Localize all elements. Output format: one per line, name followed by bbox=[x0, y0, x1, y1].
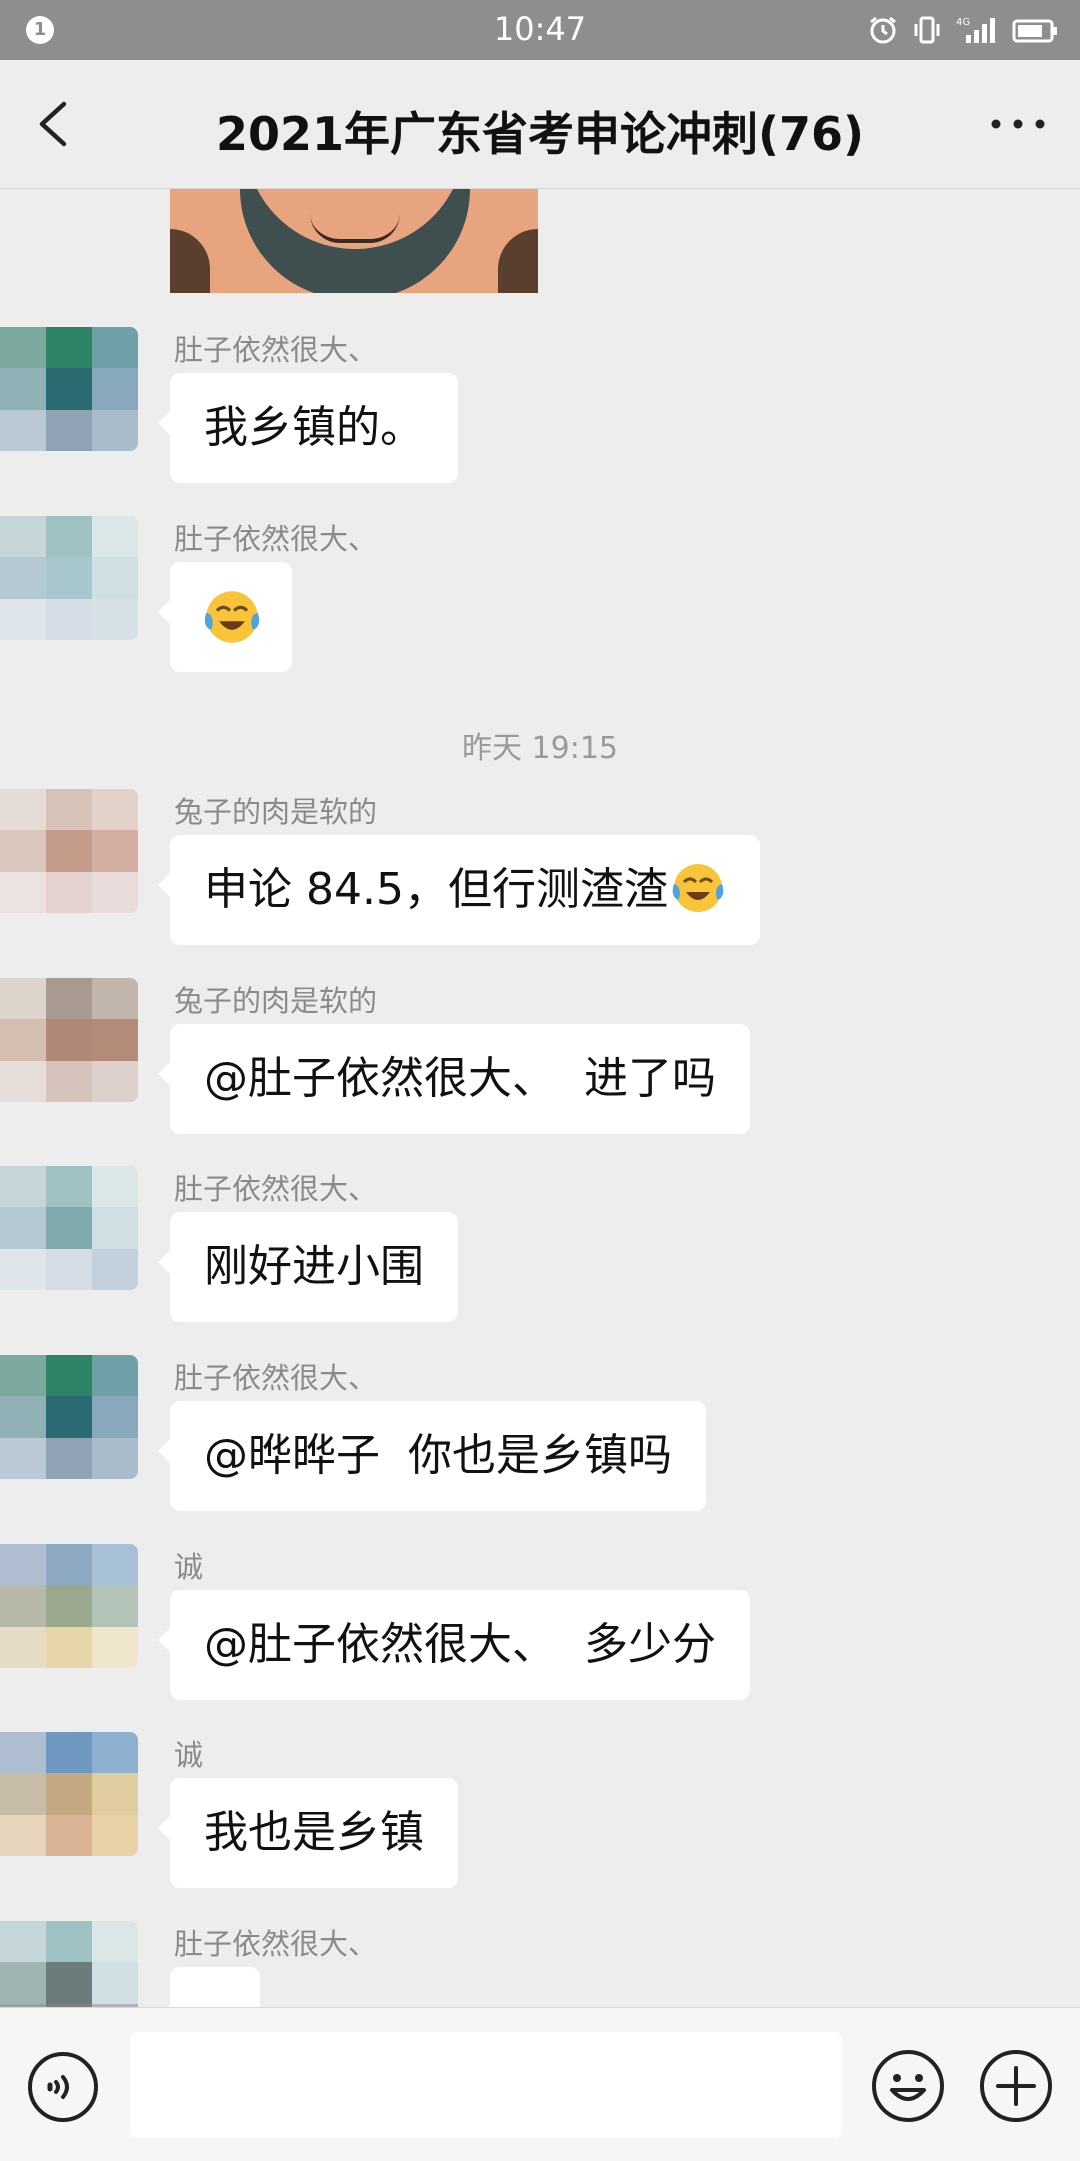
message-bubble[interactable]: 我乡镇的。 bbox=[158, 373, 458, 483]
tears-of-joy-emoji-icon bbox=[672, 864, 724, 912]
message-input-bar bbox=[0, 2007, 1080, 2161]
sender-name: 肚子依然很大、 bbox=[174, 333, 378, 367]
tears-of-joy-emoji-icon bbox=[204, 591, 260, 643]
sender-name: 肚子依然很大、 bbox=[174, 1361, 378, 1395]
more-options-icon[interactable] bbox=[990, 114, 1046, 134]
image-message[interactable] bbox=[170, 189, 538, 293]
message-text: 申论 84.5，但行测渣渣 bbox=[204, 864, 668, 915]
message-bubble[interactable] bbox=[158, 562, 292, 672]
avatar[interactable] bbox=[0, 327, 138, 451]
avatar[interactable] bbox=[0, 1544, 138, 1668]
sender-name: 诚 bbox=[174, 1738, 204, 1772]
sender-name: 肚子依然很大、 bbox=[174, 522, 378, 556]
sender-name: 兔子的肉是软的 bbox=[174, 984, 378, 1018]
alarm-icon bbox=[870, 16, 896, 44]
status-icons: 4G bbox=[868, 12, 1058, 48]
status-bar: 1 10:47 4G bbox=[0, 0, 1080, 60]
avatar[interactable] bbox=[0, 1355, 138, 1479]
message-bubble[interactable]: @晔晔子 你也是乡镇吗 bbox=[158, 1401, 706, 1511]
avatar[interactable] bbox=[0, 1921, 138, 2007]
signal-icon: 4G bbox=[956, 17, 995, 43]
sender-name: 诚 bbox=[174, 1550, 204, 1584]
chat-message-list[interactable]: 肚子依然很大、 我乡镇的。 肚子依然很大、 昨天 19:15 兔子的肉是软的 申… bbox=[0, 189, 1080, 2007]
message-text-input[interactable] bbox=[130, 2032, 842, 2138]
avatar[interactable] bbox=[0, 1732, 138, 1856]
more-actions-plus-icon[interactable] bbox=[978, 2048, 1054, 2124]
chat-title: 2021年广东省考申论冲刺(76) bbox=[215, 107, 865, 161]
avatar[interactable] bbox=[0, 516, 138, 640]
sender-name: 兔子的肉是软的 bbox=[174, 795, 378, 829]
voice-input-icon[interactable] bbox=[26, 2050, 100, 2124]
sender-name: 肚子依然很大、 bbox=[174, 1927, 378, 1961]
message-bubble[interactable]: 申论 84.5，但行测渣渣 bbox=[158, 835, 760, 945]
message-bubble[interactable]: 我也是乡镇 bbox=[158, 1778, 458, 1888]
avatar[interactable] bbox=[0, 978, 138, 1102]
emoji-picker-icon[interactable] bbox=[870, 2048, 946, 2124]
avatar[interactable] bbox=[0, 1166, 138, 1290]
message-bubble[interactable]: @肚子依然很大、 多少分 bbox=[158, 1590, 750, 1700]
vibrate-icon bbox=[914, 16, 940, 44]
message-bubble[interactable]: @肚子依然很大、 进了吗 bbox=[158, 1024, 750, 1134]
message-timestamp: 昨天 19:15 bbox=[462, 731, 618, 766]
battery-icon bbox=[1012, 19, 1057, 43]
avatar[interactable] bbox=[0, 789, 138, 913]
message-bubble[interactable]: 刚好进小围 bbox=[158, 1212, 458, 1322]
sender-name: 肚子依然很大、 bbox=[174, 1172, 378, 1206]
svg-text:4G: 4G bbox=[956, 17, 970, 28]
chat-header: 2021年广东省考申论冲刺(76) bbox=[0, 60, 1080, 189]
message-bubble[interactable] bbox=[158, 1967, 260, 2007]
